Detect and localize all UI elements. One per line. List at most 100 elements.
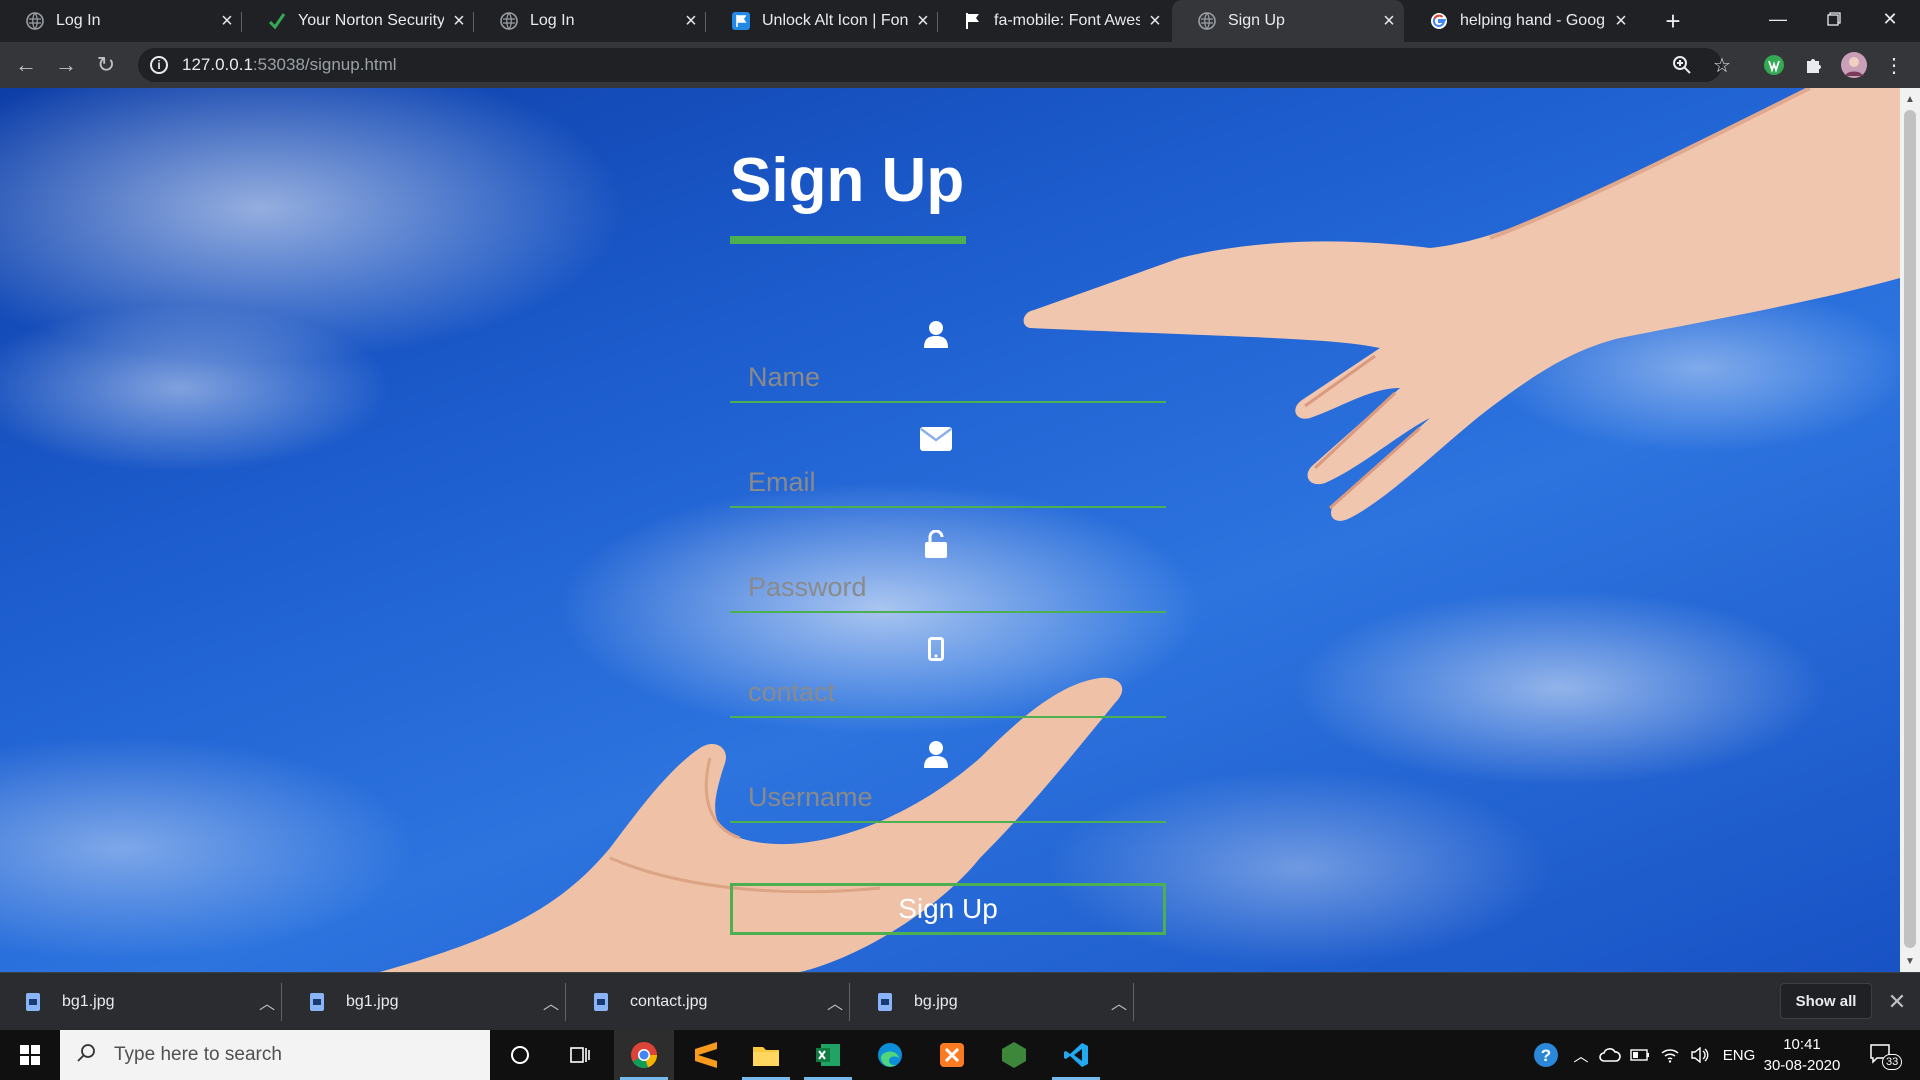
tab-log-in-1[interactable]: Log In × [0, 0, 242, 42]
zoom-icon[interactable] [1668, 51, 1696, 79]
page-scrollbar[interactable]: ▲ ▼ [1900, 88, 1920, 972]
password-field [730, 508, 1166, 613]
file-explorer-icon[interactable] [736, 1030, 796, 1080]
download-filename: bg1.jpg [62, 993, 115, 1010]
mobile-icon [920, 633, 952, 665]
tab-norton[interactable]: Your Norton Security Li × [242, 0, 474, 42]
file-icon [878, 993, 892, 1011]
download-item[interactable]: contact.jpg ︿ [568, 973, 850, 1031]
menu-kebab-icon[interactable]: ⋮ [1880, 51, 1908, 79]
taskbar-clock[interactable]: 10:41 30-08-2020 [1762, 1034, 1842, 1076]
restore-icon[interactable] [1806, 0, 1862, 38]
tab-close-icon[interactable]: × [212, 10, 242, 33]
chevron-up-icon[interactable]: ︿ [536, 990, 566, 1014]
download-filename: contact.jpg [630, 993, 708, 1010]
chevron-up-icon[interactable]: ︿ [252, 990, 282, 1014]
chevron-up-icon[interactable]: ︿ [1104, 990, 1134, 1014]
download-item[interactable]: bg1.jpg ︿ [284, 973, 566, 1031]
page-viewport: Sign Up Sign Up [0, 88, 1900, 972]
reload-icon[interactable]: ↻ [90, 49, 122, 81]
file-icon [310, 993, 324, 1011]
sublime-text-icon[interactable] [676, 1030, 736, 1080]
file-icon [26, 993, 40, 1011]
page-title: Sign Up [730, 146, 965, 215]
tab-fa-mobile[interactable]: fa-mobile: Font Aweso × [938, 0, 1170, 42]
contact-input[interactable] [730, 674, 1166, 710]
tab-close-icon[interactable]: × [1606, 10, 1636, 33]
windows-start-icon[interactable] [0, 1030, 60, 1080]
clock-date: 30-08-2020 [1763, 1057, 1841, 1074]
password-input[interactable] [730, 569, 1166, 605]
onedrive-icon[interactable] [1596, 1030, 1624, 1080]
chevron-up-icon[interactable]: ︿ [820, 990, 850, 1014]
new-tab-button[interactable]: + [1656, 0, 1690, 42]
back-icon[interactable]: ← [10, 49, 42, 81]
tab-title: fa-mobile: Font Aweso [994, 12, 1140, 29]
download-separator [849, 983, 850, 1021]
extension-green-icon[interactable] [1760, 51, 1788, 79]
extensions-puzzle-icon[interactable] [1800, 51, 1828, 79]
download-item[interactable]: bg1.jpg ︿ [0, 973, 282, 1031]
notifications-icon[interactable]: 33 [1862, 1030, 1903, 1080]
tab-close-icon[interactable]: × [676, 10, 706, 33]
download-item[interactable]: bg.jpg ︿ [852, 973, 1134, 1031]
email-input[interactable] [730, 464, 1166, 500]
vscode-icon[interactable] [1046, 1030, 1106, 1080]
tab-close-icon[interactable]: × [444, 10, 474, 33]
tab-sign-up[interactable]: Sign Up × [1172, 0, 1404, 42]
help-icon[interactable]: ? [1530, 1030, 1562, 1080]
tab-helping-hand[interactable]: helping hand - Google × [1404, 0, 1636, 42]
email-field [730, 403, 1166, 508]
close-shelf-icon[interactable]: ✕ [1882, 987, 1912, 1017]
user-icon [920, 738, 952, 770]
taskbar-search-box[interactable]: Type here to search [60, 1030, 490, 1080]
scroll-up-icon[interactable]: ▲ [1900, 90, 1920, 108]
scroll-down-icon[interactable]: ▼ [1900, 952, 1920, 970]
notification-count: 33 [1882, 1054, 1903, 1070]
excel-icon[interactable] [798, 1030, 858, 1080]
tab-log-in-2[interactable]: Log In × [474, 0, 706, 42]
globe-icon [500, 12, 518, 30]
sign-up-button[interactable]: Sign Up [730, 883, 1166, 935]
windows-taskbar: Type here to search ? ︿ ENG 10:41 30-08-… [0, 1030, 1920, 1080]
chevron-up-icon[interactable]: ︿ [1568, 1030, 1594, 1080]
google-icon [1430, 12, 1448, 30]
clock-time: 10:41 [1783, 1036, 1821, 1053]
battery-icon[interactable] [1626, 1030, 1654, 1080]
minimize-icon[interactable]: — [1750, 0, 1806, 38]
tab-title: Your Norton Security Li [298, 12, 444, 29]
tab-close-icon[interactable]: × [908, 10, 938, 33]
title-underline [730, 236, 966, 244]
cortana-icon[interactable] [490, 1030, 550, 1080]
tab-close-icon[interactable]: × [1374, 10, 1404, 33]
xampp-icon[interactable] [922, 1030, 982, 1080]
nodejs-icon[interactable] [984, 1030, 1044, 1080]
chrome-app-icon[interactable] [614, 1030, 674, 1080]
unlock-icon [920, 528, 952, 560]
site-info-icon[interactable]: i [150, 56, 168, 74]
address-url[interactable]: 127.0.0.1:53038/signup.html [182, 55, 397, 75]
name-input[interactable] [730, 359, 1166, 395]
username-input[interactable] [730, 779, 1166, 815]
tab-close-icon[interactable]: × [1140, 10, 1170, 33]
address-bar[interactable]: i 127.0.0.1:53038/signup.html [138, 48, 1722, 82]
close-window-icon[interactable]: ✕ [1862, 0, 1918, 38]
profile-avatar[interactable] [1840, 51, 1868, 79]
browser-toolbar: ← → ↻ i 127.0.0.1:53038/signup.html ☆ ⋮ [0, 42, 1920, 88]
tab-title: Log In [530, 12, 575, 29]
forward-icon[interactable]: → [50, 49, 82, 81]
name-field [730, 298, 1166, 403]
tab-unlock-alt[interactable]: Unlock Alt Icon | Font A × [706, 0, 938, 42]
download-shelf: bg1.jpg ︿ bg1.jpg ︿ contact.jpg ︿ bg.jpg… [0, 972, 1920, 1030]
tab-title: helping hand - Google [1460, 12, 1606, 29]
flag-blue-icon [732, 12, 750, 30]
scroll-thumb[interactable] [1904, 110, 1916, 948]
volume-icon[interactable] [1686, 1030, 1714, 1080]
file-icon [594, 993, 608, 1011]
language-indicator[interactable]: ENG [1718, 1030, 1760, 1080]
task-view-icon[interactable] [550, 1030, 610, 1080]
wifi-icon[interactable] [1656, 1030, 1684, 1080]
bookmark-star-icon[interactable]: ☆ [1708, 51, 1736, 79]
edge-icon[interactable] [860, 1030, 920, 1080]
show-all-button[interactable]: Show all [1780, 983, 1872, 1019]
